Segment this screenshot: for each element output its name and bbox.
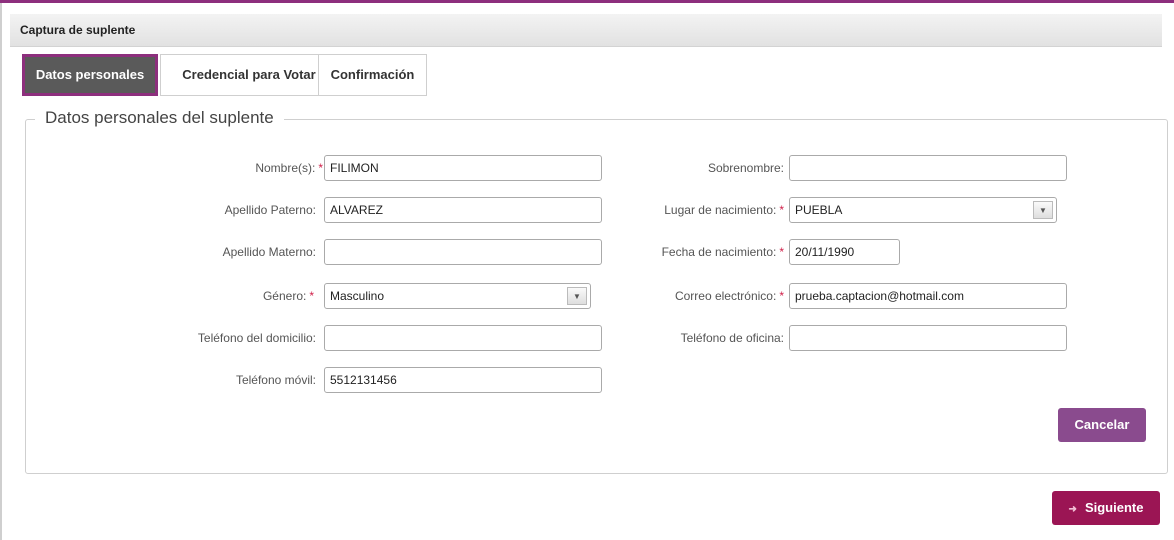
nombre-input[interactable] — [324, 155, 602, 181]
telefono-domicilio-label: Teléfono del domicilio: — [197, 331, 316, 345]
required-marker: * — [309, 289, 314, 303]
tab-confirmacion[interactable]: Confirmación — [318, 54, 427, 96]
required-marker: * — [779, 289, 784, 303]
next-button-label: Siguiente — [1084, 500, 1144, 515]
correo-label: Correo electrónico: * — [674, 289, 784, 303]
tab-credencial-para-votar[interactable]: Credencial para Votar — [160, 54, 338, 96]
lugar-nacimiento-selected-value: PUEBLA — [795, 203, 843, 217]
genero-label: Género: * — [262, 289, 314, 303]
lugar-nacimiento-select[interactable]: PUEBLA ▼ — [789, 197, 1057, 223]
telefono-domicilio-input[interactable] — [324, 325, 602, 351]
window-top-border — [0, 0, 1174, 3]
genero-selected-value: Masculino — [330, 289, 385, 303]
window-left-border — [0, 3, 2, 540]
correo-input[interactable] — [789, 283, 1067, 309]
sobrenombre-label: Sobrenombre: — [707, 161, 784, 175]
window-titlebar: Captura de suplente — [10, 14, 1162, 47]
lugar-nacimiento-label: Lugar de nacimiento: * — [664, 203, 784, 217]
cancel-button[interactable]: Cancelar — [1058, 408, 1146, 442]
required-marker: * — [318, 161, 323, 175]
nombre-label: Nombre(s): * — [255, 161, 323, 175]
apellido-paterno-label: Apellido Paterno: — [224, 203, 316, 217]
telefono-oficina-input[interactable] — [789, 325, 1067, 351]
fecha-nacimiento-input[interactable] — [789, 239, 900, 265]
chevron-down-icon[interactable]: ▼ — [1033, 201, 1053, 219]
required-marker: * — [779, 245, 784, 259]
apellido-paterno-input[interactable] — [324, 197, 602, 223]
arrow-right-icon: ➜ — [1068, 504, 1077, 515]
telefono-movil-label: Teléfono móvil: — [235, 373, 316, 387]
required-marker: * — [779, 203, 784, 217]
fecha-nacimiento-label: Fecha de nacimiento: * — [661, 245, 784, 259]
telefono-movil-input[interactable] — [324, 367, 602, 393]
chevron-down-icon[interactable]: ▼ — [567, 287, 587, 305]
apellido-materno-label: Apellido Materno: — [222, 245, 316, 259]
genero-select[interactable]: Masculino ▼ — [324, 283, 591, 309]
telefono-oficina-label: Teléfono de oficina: — [680, 331, 784, 345]
sobrenombre-input[interactable] — [789, 155, 1067, 181]
window-title: Captura de suplente — [20, 23, 136, 37]
tab-datos-personales[interactable]: Datos personales — [22, 54, 158, 96]
fieldset-legend: Datos personales del suplente — [35, 108, 284, 128]
apellido-materno-input[interactable] — [324, 239, 602, 265]
next-button[interactable]: ➜ Siguiente — [1052, 491, 1160, 525]
